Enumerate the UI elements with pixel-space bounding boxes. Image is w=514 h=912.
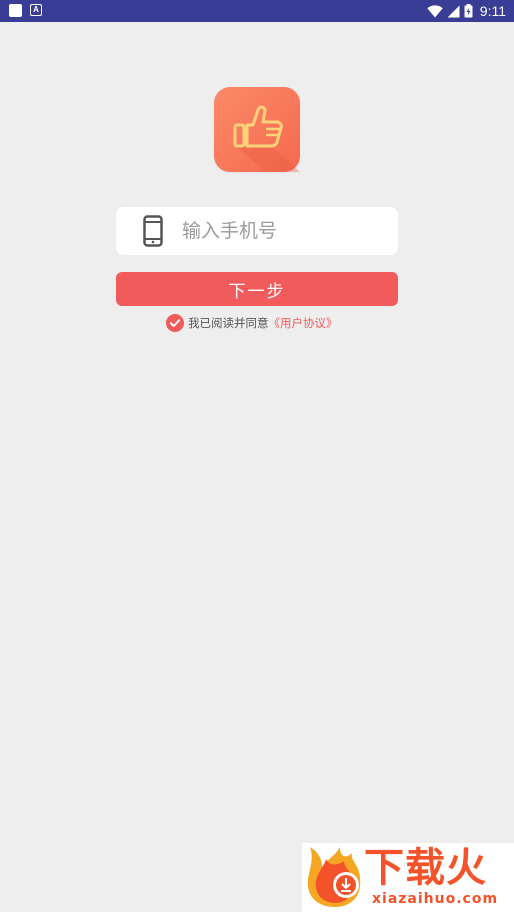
thumbs-up-icon [233, 105, 300, 172]
app-logo [214, 87, 300, 172]
checkbox-checked-icon[interactable] [166, 314, 184, 332]
agreement-row: 我已阅读并同意 《用户协议》 [166, 314, 338, 332]
status-time: 9:11 [479, 3, 506, 19]
app-a-letter: A [33, 5, 39, 14]
agreement-text: 我已阅读并同意 [188, 316, 269, 330]
app-a-icon: A [30, 4, 42, 16]
notification-square-icon [9, 4, 22, 17]
fire-logo-icon [307, 847, 361, 907]
watermark: 下载火 xiazaihuo.com [302, 843, 514, 912]
signal-icon [447, 5, 460, 17]
wifi-icon [427, 4, 443, 17]
status-bar: A 9:11 [0, 0, 514, 22]
next-button[interactable]: 下一步 [116, 272, 398, 306]
phone-field[interactable] [116, 207, 398, 255]
battery-icon [464, 4, 473, 18]
phone-icon [143, 215, 163, 247]
watermark-title: 下载火 [364, 845, 487, 891]
user-agreement-link[interactable]: 《用户协议》 [269, 315, 338, 331]
watermark-url: xiazaihuo.com [372, 891, 499, 907]
phone-input[interactable] [182, 207, 382, 255]
